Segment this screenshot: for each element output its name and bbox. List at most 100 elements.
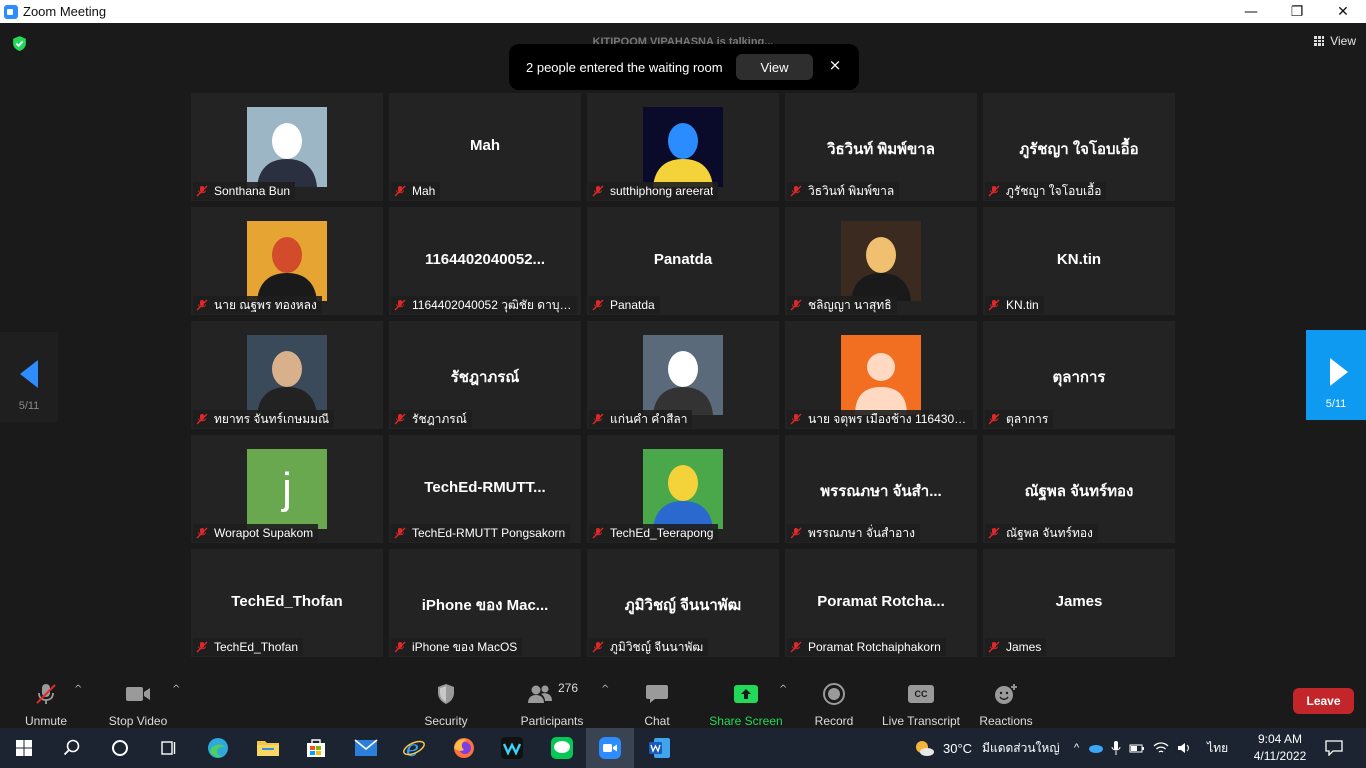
encryption-shield-icon[interactable] [11, 35, 28, 52]
waiting-room-view-button[interactable]: View [736, 54, 813, 80]
webex-icon [501, 737, 523, 759]
participant-name-label: ทยาทร จันทร์เกษมมณี [193, 410, 335, 428]
windows-taskbar: e 30°C มีแดดส่วนใหญ่ ^ ไทย 9:04 AM 4/11/… [0, 728, 1366, 768]
stop-video-button[interactable]: Stop Video [104, 670, 172, 728]
participant-name-text: James [1006, 640, 1042, 654]
task-view-button[interactable] [144, 728, 192, 768]
participant-tile[interactable]: James James [983, 549, 1175, 657]
participant-name-label: TechEd-RMUTT Pongsakorn [391, 524, 571, 542]
weather-temperature: 30°C [943, 740, 973, 756]
weather-widget[interactable]: 30°C มีแดดส่วนใหญ่ [913, 728, 1060, 768]
record-button[interactable]: Record [810, 670, 858, 728]
clock-date: 4/11/2022 [1253, 749, 1307, 763]
next-page-button[interactable]: 5/11 [1306, 330, 1366, 420]
participant-tile[interactable]: Mah Mah [389, 93, 581, 201]
security-button[interactable]: Security [418, 670, 474, 728]
taskbar-zoom[interactable] [586, 728, 634, 768]
taskbar-file-explorer[interactable] [244, 728, 292, 768]
participant-tile[interactable]: ชลิญญา นาสุทธิ [785, 207, 977, 315]
participant-display-name: TechEd-RMUTT... [424, 479, 546, 496]
taskbar-firefox[interactable] [440, 728, 488, 768]
leave-button[interactable]: Leave [1293, 688, 1354, 714]
cortana-button[interactable] [96, 728, 144, 768]
chat-button[interactable]: Chat [636, 670, 678, 728]
taskbar-line[interactable] [538, 728, 586, 768]
participant-tile[interactable]: Sonthana Bun [191, 93, 383, 201]
participant-tile[interactable]: นาย ณฐพร ทองหลง [191, 207, 383, 315]
participant-tile[interactable]: ทยาทร จันทร์เกษมมณี [191, 321, 383, 429]
reactions-button[interactable]: Reactions [978, 670, 1034, 728]
participant-tile[interactable]: ตุลาการ ตุลาการ [983, 321, 1175, 429]
participant-display-name: Panatda [653, 251, 713, 268]
speaker-volume-icon[interactable] [1177, 741, 1193, 755]
minimize-button[interactable]: — [1228, 0, 1274, 23]
taskbar-microsoft-store[interactable] [292, 728, 340, 768]
muted-microphone-icon [592, 299, 604, 311]
grid-view-icon [1314, 36, 1325, 46]
share-screen-icon [734, 685, 758, 703]
live-transcript-button[interactable]: CC Live Transcript [880, 670, 962, 728]
participant-name-label: นาย ณฐพร ทองหลง [193, 296, 322, 314]
participant-name-label: Panatda [589, 296, 660, 314]
taskbar-mail[interactable] [342, 728, 390, 768]
onedrive-cloud-icon[interactable] [1087, 742, 1104, 754]
action-center-button[interactable] [1310, 728, 1358, 768]
taskbar-clock[interactable]: 9:04 AM 4/11/2022 [1247, 731, 1313, 765]
page-indicator-left: 5/11 [18, 400, 40, 412]
video-options-chevron-icon[interactable]: ^ [172, 684, 180, 695]
input-language-indicator[interactable]: ไทย [1207, 739, 1228, 758]
participant-tile[interactable]: KN.tin KN.tin [983, 207, 1175, 315]
close-window-button[interactable]: ✕ [1320, 0, 1366, 23]
share-screen-button[interactable]: Share Screen [706, 670, 786, 728]
participant-tile[interactable]: 1164402040052... 1164402040052 วุฒิชัย ดา… [389, 207, 581, 315]
participant-tile[interactable]: Panatda Panatda [587, 207, 779, 315]
participant-display-name: พรรณภษา จันสำ... [820, 483, 942, 500]
tray-microphone-icon[interactable] [1111, 740, 1121, 756]
taskbar-search-button[interactable] [48, 728, 96, 768]
arrow-left-icon [20, 360, 38, 388]
microphone-muted-icon [36, 684, 56, 704]
participant-display-name: 1164402040052... [424, 251, 546, 268]
participant-tile[interactable]: Poramat Rotcha... Poramat Rotchaiphakorn [785, 549, 977, 657]
participants-button[interactable]: 276 Participants [516, 670, 588, 728]
start-button[interactable] [0, 728, 48, 768]
participant-name-label: KN.tin [985, 296, 1044, 314]
wifi-icon[interactable] [1153, 741, 1169, 755]
participant-tile[interactable]: TechEd_Thofan TechEd_Thofan [191, 549, 383, 657]
participant-tile[interactable]: j Worapot Supakom [191, 435, 383, 543]
muted-microphone-icon [790, 641, 802, 653]
waiting-room-close-icon[interactable]: × [827, 56, 843, 74]
participant-tile[interactable]: แก่นคำ คำสีลา [587, 321, 779, 429]
taskbar-internet-explorer[interactable]: e [390, 728, 438, 768]
unmute-button[interactable]: Unmute [16, 670, 76, 728]
previous-page-button[interactable]: 5/11 [0, 332, 58, 422]
view-menu-button[interactable]: View [1314, 34, 1356, 48]
taskbar-webex[interactable] [488, 728, 536, 768]
taskbar-word[interactable] [636, 728, 684, 768]
maximize-button[interactable]: ❐ [1274, 0, 1320, 23]
participant-tile[interactable]: sutthiphong areerat [587, 93, 779, 201]
participant-tile[interactable]: TechEd_Teerapong [587, 435, 779, 543]
taskbar-edge-dev-app[interactable] [194, 728, 242, 768]
line-app-icon [551, 737, 573, 759]
share-options-chevron-icon[interactable]: ^ [779, 684, 787, 695]
participant-name-label: ณัฐพล จันทร์ทอง [985, 524, 1098, 542]
participant-tile[interactable]: iPhone ของ Mac... iPhone ของ MacOS [389, 549, 581, 657]
participants-options-chevron-icon[interactable]: ^ [601, 684, 609, 695]
battery-icon[interactable] [1129, 741, 1145, 755]
participant-tile[interactable]: นาย จตุพร เมืองช้าง 1164302... [785, 321, 977, 429]
participant-name-label: 1164402040052 วุฒิชัย ดาบุตร [391, 296, 577, 314]
participant-tile[interactable]: ภูมิวิชญ์ จีนนาพัฒ ภูมิวิชญ์ จีนนาพัฒ [587, 549, 779, 657]
participant-tile[interactable]: ภูรัชญา ใจโอบเอื้อ ภูรัชญา ใจโอบเอื้อ [983, 93, 1175, 201]
participant-display-name: iPhone ของ Mac... [421, 597, 549, 614]
participant-tile[interactable]: วิธวินท์ พิมพ์ขาล วิธวินท์ พิมพ์ขาล [785, 93, 977, 201]
audio-options-chevron-icon[interactable]: ^ [74, 684, 82, 695]
participant-tile[interactable]: ณัฐพล จันทร์ทอง ณัฐพล จันทร์ทอง [983, 435, 1175, 543]
participant-tile[interactable]: รัชฎาภรณ์ รัชฎาภรณ์ [389, 321, 581, 429]
show-hidden-icons-chevron-icon[interactable]: ^ [1074, 742, 1079, 754]
participant-tile[interactable]: พรรณภษา จันสำ... พรรณภษา จั่นสำอาง [785, 435, 977, 543]
edge-browser-icon [208, 738, 228, 758]
participant-tile[interactable]: TechEd-RMUTT... TechEd-RMUTT Pongsakorn [389, 435, 581, 543]
cortana-circle-icon [112, 740, 128, 756]
weather-description: มีแดดส่วนใหญ่ [982, 740, 1060, 755]
